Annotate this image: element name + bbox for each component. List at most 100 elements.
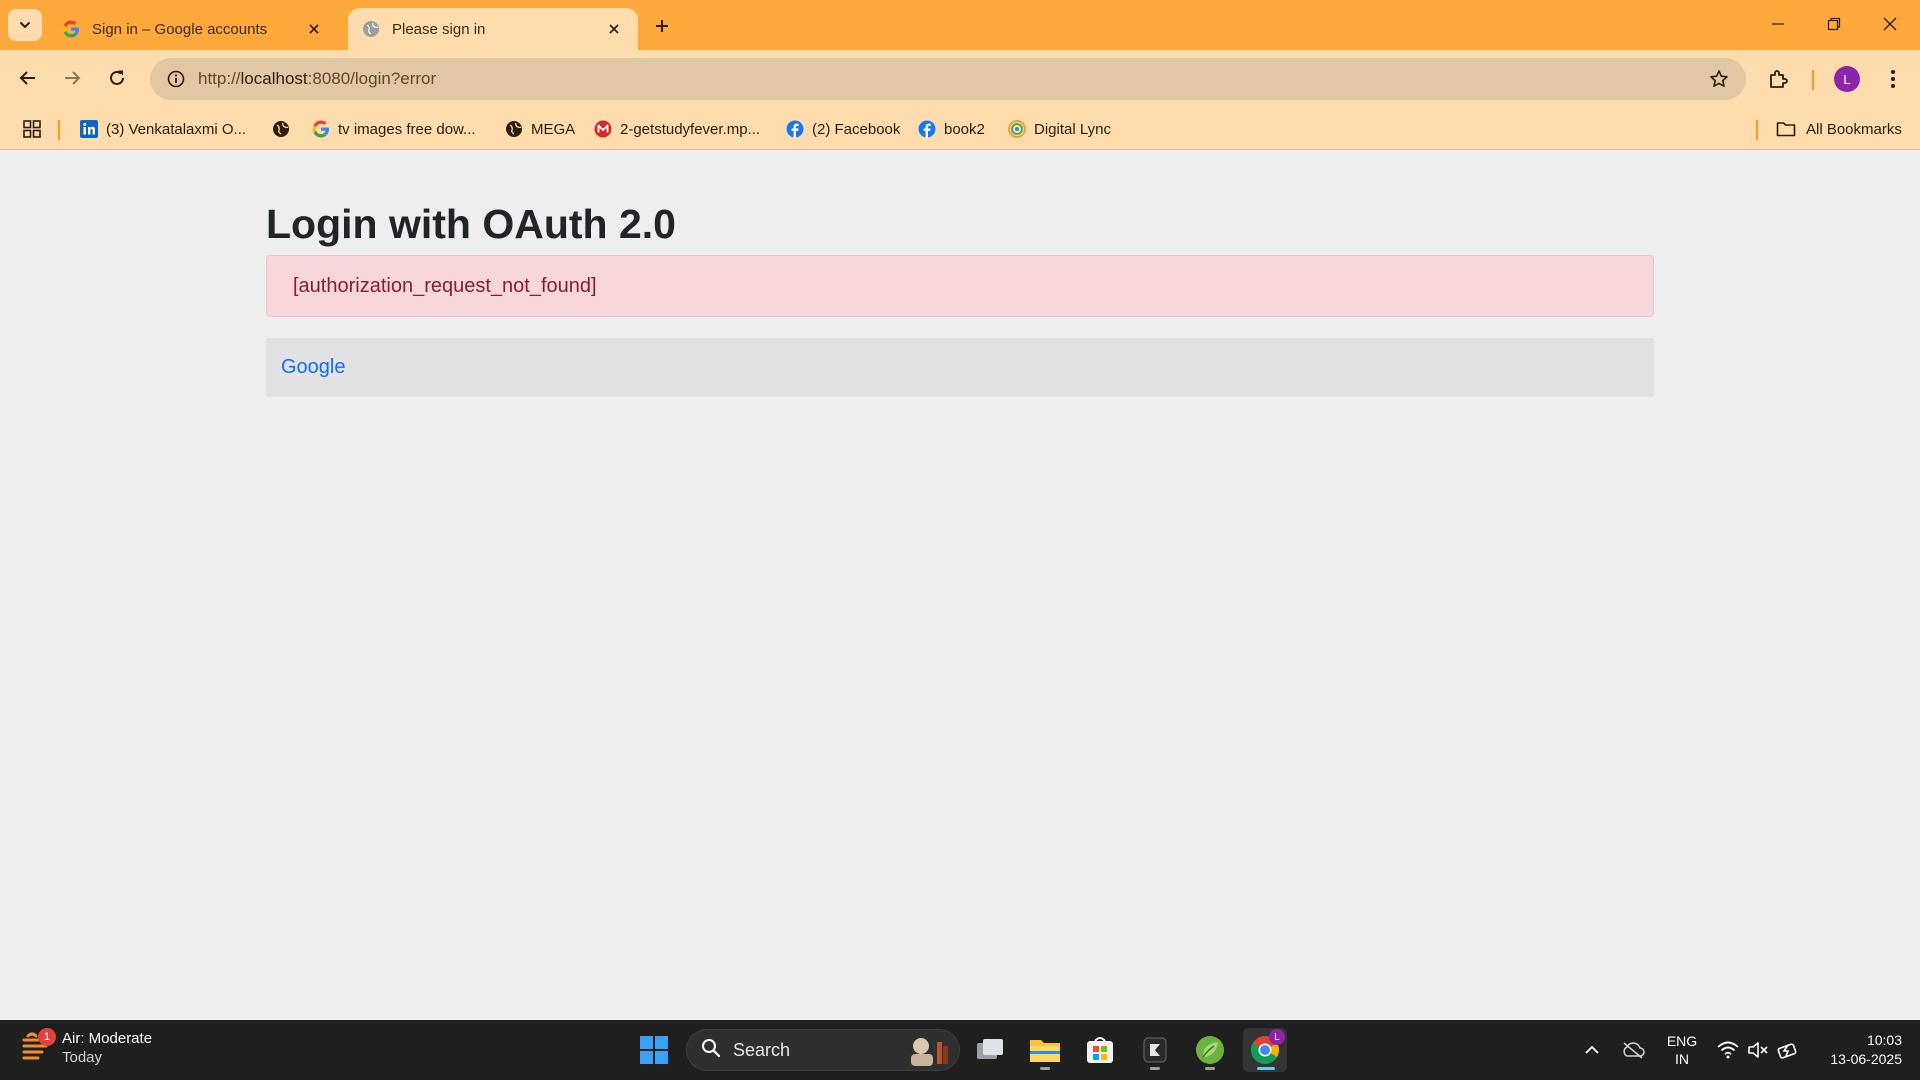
wifi-status[interactable] bbox=[1714, 1020, 1742, 1080]
arrow-right-icon bbox=[65, 71, 81, 85]
clock-date: 13-06-2025 bbox=[1830, 1051, 1902, 1067]
onedrive-status[interactable] bbox=[1618, 1020, 1648, 1080]
google-login-link[interactable]: Google bbox=[281, 356, 346, 379]
air-quality-icon: 1 bbox=[22, 1028, 56, 1066]
weather-title: Air: Moderate bbox=[62, 1030, 153, 1047]
close-window-button[interactable] bbox=[1862, 6, 1918, 42]
bookmark-item[interactable]: tv images free dow... bbox=[312, 117, 476, 141]
forward-button[interactable] bbox=[54, 60, 90, 96]
bookmark-item[interactable]: book2 bbox=[918, 117, 985, 141]
restore-button[interactable] bbox=[1806, 6, 1862, 42]
search-label: Search bbox=[733, 1039, 791, 1060]
reload-button[interactable] bbox=[99, 60, 135, 96]
close-icon[interactable] bbox=[604, 19, 624, 39]
clock-time: 10:03 bbox=[1866, 1032, 1902, 1048]
back-button[interactable] bbox=[10, 60, 46, 96]
site-info-icon[interactable] bbox=[154, 58, 198, 100]
close-icon bbox=[1883, 17, 1897, 31]
linkedin-icon bbox=[80, 120, 98, 138]
tab-search-button[interactable] bbox=[8, 9, 42, 41]
windows-logo-icon bbox=[640, 1036, 668, 1064]
bookmarks-bar: (3) Venkatalaxmi O... tv images free dow… bbox=[0, 108, 1920, 150]
bookmark-item[interactable]: MEGA bbox=[505, 117, 575, 141]
reload-icon bbox=[110, 70, 124, 85]
running-indicator bbox=[1257, 1067, 1275, 1070]
volume-muted-icon bbox=[1748, 1042, 1768, 1058]
toolbar-divider bbox=[1812, 70, 1814, 90]
new-tab-button[interactable] bbox=[648, 12, 676, 40]
bookmark-item[interactable]: Digital Lync bbox=[1008, 117, 1111, 141]
clock[interactable]: 10:03 13-06-2025 bbox=[1810, 1020, 1902, 1080]
facebook-icon bbox=[786, 120, 804, 138]
chevron-up-icon bbox=[1585, 1045, 1599, 1054]
task-view-button[interactable] bbox=[968, 1028, 1012, 1072]
folder-icon bbox=[1776, 120, 1796, 138]
start-button[interactable] bbox=[632, 1028, 676, 1072]
bookmark-item[interactable]: (3) Venkatalaxmi O... bbox=[80, 117, 246, 141]
bookmark-label: tv images free dow... bbox=[338, 120, 476, 138]
chrome-button[interactable]: L bbox=[1243, 1028, 1287, 1072]
app-button[interactable] bbox=[1133, 1028, 1177, 1072]
address-bar[interactable]: http://localhost:8080/login?error bbox=[150, 58, 1746, 100]
chevron-down-icon bbox=[20, 22, 30, 29]
globe-icon bbox=[505, 120, 523, 138]
url-host: localhost bbox=[240, 69, 308, 88]
profile-badge: L bbox=[1269, 1029, 1285, 1045]
tab-please-sign-in[interactable]: Please sign in bbox=[348, 8, 638, 50]
volume-status[interactable] bbox=[1744, 1020, 1772, 1080]
profile-avatar[interactable]: L bbox=[1834, 66, 1860, 92]
page-title: Login with OAuth 2.0 bbox=[266, 201, 676, 247]
battery-charging-icon bbox=[1777, 1043, 1797, 1059]
google-g-icon bbox=[312, 120, 330, 138]
all-bookmarks-button[interactable]: All Bookmarks bbox=[1776, 117, 1902, 141]
close-icon[interactable] bbox=[304, 19, 324, 39]
tab-title: Please sign in bbox=[392, 20, 486, 38]
minimize-button[interactable] bbox=[1750, 6, 1806, 42]
show-hidden-icons-button[interactable] bbox=[1580, 1020, 1604, 1080]
facebook-icon bbox=[918, 120, 936, 138]
running-indicator bbox=[1205, 1067, 1215, 1070]
tab-google-accounts[interactable]: Sign in – Google accounts bbox=[48, 8, 338, 50]
globe-icon bbox=[362, 20, 380, 38]
spring-tool-suite-button[interactable] bbox=[1188, 1028, 1232, 1072]
error-message: [authorization_request_not_found] bbox=[293, 274, 597, 297]
cloud-offline-icon bbox=[1623, 1042, 1645, 1059]
arrow-left-icon bbox=[19, 71, 35, 85]
url-text: http://localhost:8080/login?error bbox=[198, 69, 436, 89]
all-bookmarks-label: All Bookmarks bbox=[1806, 120, 1902, 138]
search-highlight-image bbox=[905, 1034, 951, 1066]
leaf-icon bbox=[1196, 1036, 1224, 1064]
bookmark-item[interactable]: 2-getstudyfever.mp... bbox=[594, 117, 760, 141]
weather-subtitle: Today bbox=[62, 1049, 103, 1066]
page-content: Login with OAuth 2.0 [authorization_requ… bbox=[0, 151, 1920, 1020]
battery-status[interactable] bbox=[1774, 1020, 1802, 1080]
bookmark-item[interactable] bbox=[272, 117, 298, 141]
tab-title: Sign in – Google accounts bbox=[92, 20, 268, 38]
minimize-icon bbox=[1772, 23, 1784, 25]
apps-grid-icon[interactable] bbox=[20, 118, 44, 140]
bookmark-label: (3) Venkatalaxmi O... bbox=[106, 120, 247, 138]
language-indicator[interactable]: ENG IN bbox=[1660, 1020, 1704, 1080]
notification-badge: 1 bbox=[38, 1028, 56, 1046]
running-indicator bbox=[1150, 1067, 1160, 1070]
bookmark-star-icon[interactable] bbox=[1708, 68, 1730, 90]
bookmark-label: book2 bbox=[944, 120, 985, 138]
mega-icon bbox=[594, 120, 612, 138]
search-icon bbox=[701, 1038, 721, 1063]
browser-menu-button[interactable] bbox=[1880, 64, 1906, 94]
oauth-provider-row: Google bbox=[266, 338, 1654, 397]
file-explorer-button[interactable] bbox=[1023, 1028, 1067, 1072]
plus-icon bbox=[656, 20, 668, 32]
bookmark-item[interactable]: (2) Facebook bbox=[786, 117, 900, 141]
browser-toolbar: http://localhost:8080/login?error L bbox=[0, 50, 1920, 108]
weather-widget[interactable]: 1 Air: Moderate Today bbox=[22, 1028, 152, 1067]
taskbar-search-box[interactable]: Search bbox=[686, 1029, 960, 1071]
extensions-button[interactable] bbox=[1764, 64, 1794, 94]
globe-icon bbox=[272, 120, 290, 138]
digital-lync-icon bbox=[1008, 120, 1026, 138]
language-line2: IN bbox=[1675, 1051, 1689, 1067]
url-path: :8080/login?error bbox=[307, 69, 437, 88]
weather-text: Air: Moderate Today bbox=[62, 1029, 152, 1067]
restore-icon bbox=[1827, 17, 1841, 31]
microsoft-store-button[interactable] bbox=[1078, 1028, 1122, 1072]
